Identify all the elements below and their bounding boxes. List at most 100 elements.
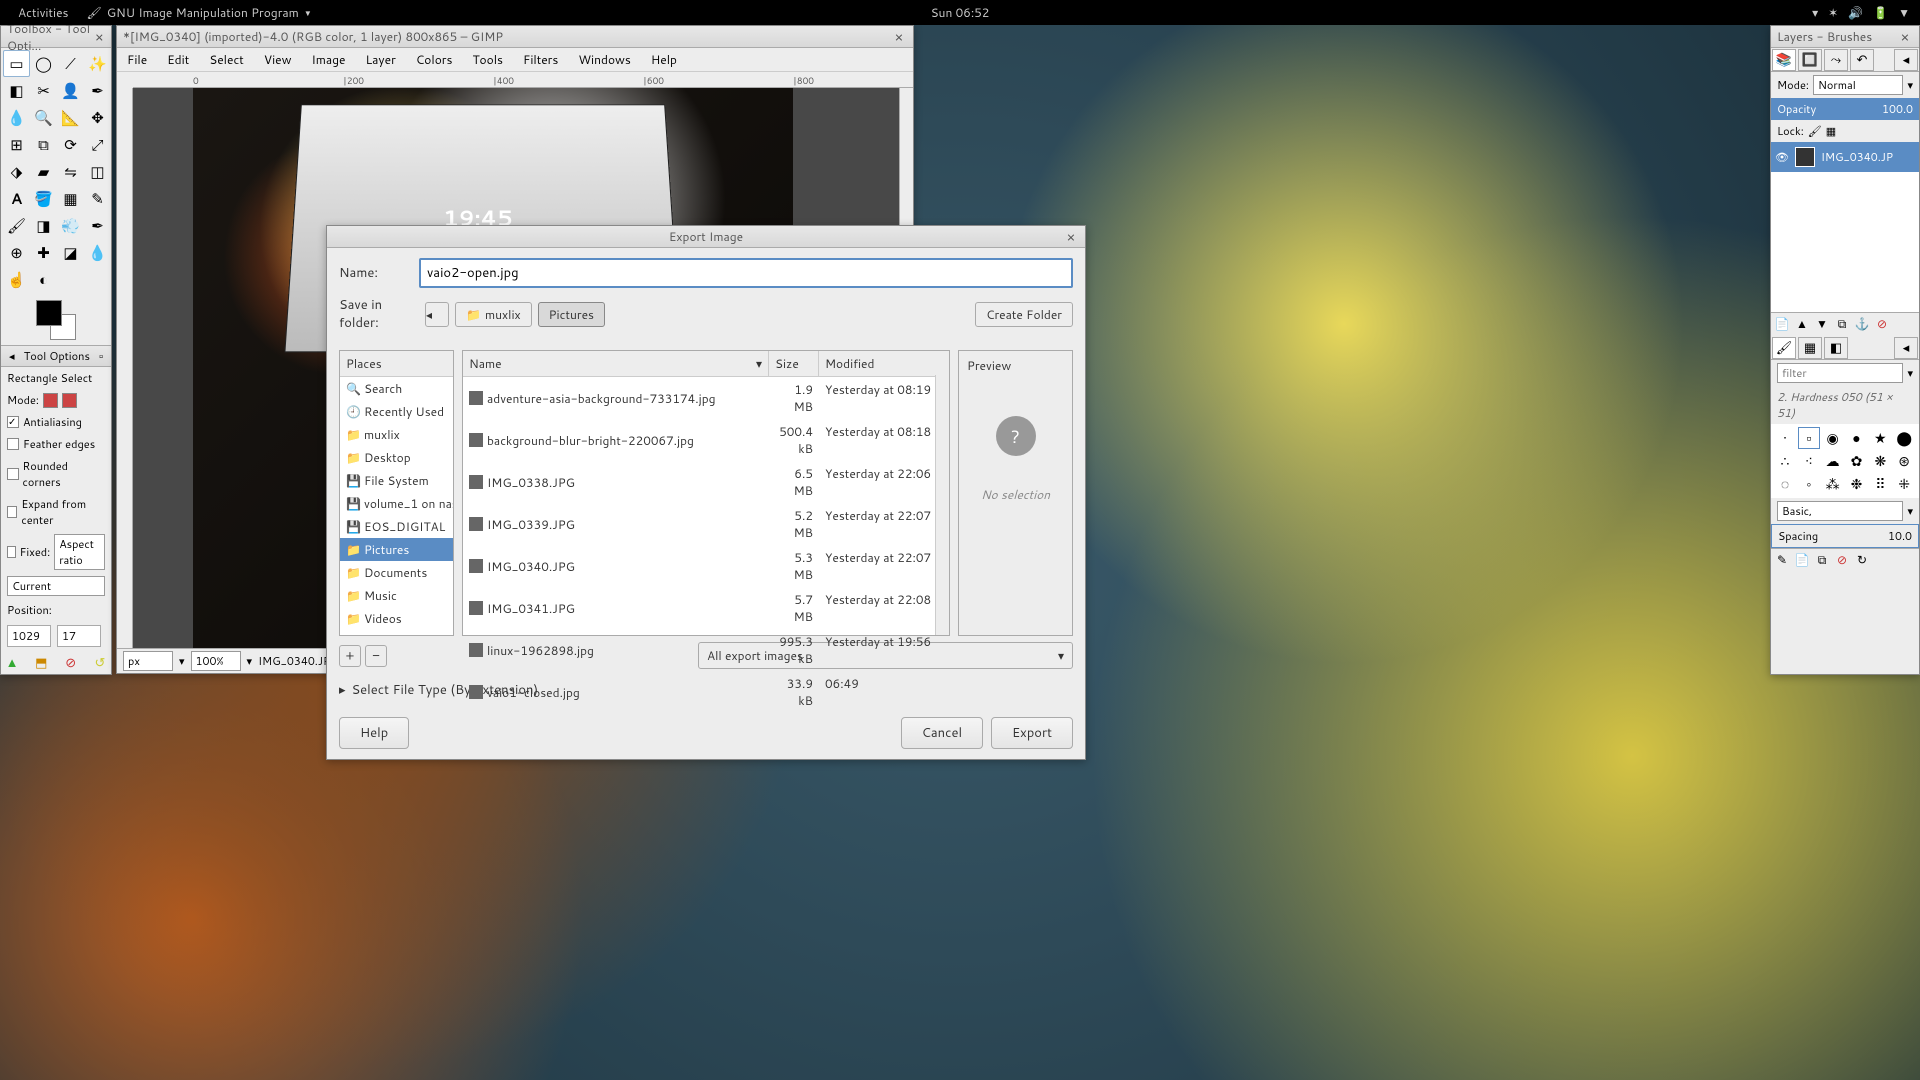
blend-mode-combo[interactable]: Normal: [1813, 75, 1903, 95]
restore-preset-icon[interactable]: ⬒: [33, 655, 49, 671]
layer-item[interactable]: 👁 IMG_0340.JP: [1771, 142, 1919, 172]
menu-tools[interactable]: Tools: [462, 48, 513, 71]
volume-icon[interactable]: 🔊: [1848, 4, 1863, 21]
move-tool[interactable]: ✥: [84, 104, 111, 131]
place-item[interactable]: 📁Pictures: [340, 538, 453, 561]
brush-item[interactable]: ▫: [1798, 427, 1820, 449]
path-back-button[interactable]: ◂: [425, 302, 449, 327]
cage-tool[interactable]: ◫: [84, 158, 111, 185]
foreground-select-tool[interactable]: 👤: [57, 77, 84, 104]
place-item[interactable]: 📁Downloads: [340, 630, 453, 635]
menu-edit[interactable]: Edit: [157, 48, 199, 71]
visibility-icon[interactable]: 👁: [1775, 149, 1789, 165]
delete-brush-icon[interactable]: ⊘: [1833, 551, 1851, 569]
lock-alpha-icon[interactable]: ▦: [1826, 123, 1836, 139]
feather-checkbox[interactable]: [7, 438, 19, 450]
crop-tool[interactable]: ⧉: [30, 131, 57, 158]
layer-thumbnail[interactable]: [1795, 147, 1815, 167]
toolbox-titlebar[interactable]: Toolbox - Tool Opti… ×: [1, 26, 111, 48]
align-tool[interactable]: ⊞: [3, 131, 30, 158]
raise-layer-icon[interactable]: ▲: [1793, 315, 1811, 333]
close-icon[interactable]: ×: [891, 29, 907, 45]
place-item[interactable]: 📁Desktop: [340, 446, 453, 469]
lock-pixels-icon[interactable]: 🖌: [1808, 123, 1822, 139]
fixed-checkbox[interactable]: [7, 546, 16, 558]
brush-item[interactable]: ✿: [1846, 450, 1868, 472]
tab-paths[interactable]: ⤳: [1824, 49, 1848, 71]
brush-item[interactable]: ❉: [1846, 473, 1868, 495]
tab-channels[interactable]: 🔲: [1798, 49, 1822, 71]
brush-item[interactable]: ∴: [1774, 450, 1796, 472]
duplicate-layer-icon[interactable]: ⧉: [1833, 315, 1851, 333]
file-row[interactable]: vaio1-closed.jpg33.9 kB06:49: [463, 671, 949, 713]
panel-menu-icon[interactable]: ◂: [1894, 49, 1918, 71]
col-name-header[interactable]: Name▾: [463, 351, 769, 376]
heal-tool[interactable]: ✚: [30, 239, 57, 266]
mode-replace-icon[interactable]: [43, 393, 58, 408]
ruler-vertical[interactable]: [117, 88, 133, 648]
fg-color[interactable]: [36, 300, 62, 326]
place-item[interactable]: 💾volume_1 on nas2: [340, 492, 453, 515]
pos-y-input[interactable]: [57, 625, 101, 647]
file-row[interactable]: IMG_0338.JPG6.5 MBYesterday at 22:06: [463, 461, 949, 503]
pencil-tool[interactable]: ✎: [84, 185, 111, 212]
clock-label[interactable]: Sun 06:52: [931, 4, 990, 21]
brush-item[interactable]: ⁂: [1822, 473, 1844, 495]
reset-preset-icon[interactable]: ↺: [92, 655, 108, 671]
menu-image[interactable]: Image: [301, 48, 355, 71]
file-row[interactable]: IMG_0340.JPG5.3 MBYesterday at 22:07: [463, 545, 949, 587]
menu-help[interactable]: Help: [641, 48, 687, 71]
brush-item[interactable]: ⬤: [1893, 427, 1915, 449]
aspect-combo[interactable]: Aspect ratio: [54, 534, 105, 570]
shear-tool[interactable]: ⬗: [3, 158, 30, 185]
spacing-slider[interactable]: Spacing10.0: [1771, 524, 1919, 548]
menu-view[interactable]: View: [254, 48, 302, 71]
scale-tool[interactable]: ⤢: [84, 131, 111, 158]
activities-button[interactable]: Activities: [10, 2, 77, 23]
brush-item[interactable]: ☁: [1822, 450, 1844, 472]
layers-titlebar[interactable]: Layers - Brushes ×: [1771, 26, 1919, 48]
export-button[interactable]: Export: [991, 717, 1073, 749]
ink-tool[interactable]: ✒: [84, 212, 111, 239]
rounded-checkbox[interactable]: [7, 468, 19, 480]
color-picker-tool[interactable]: 💧: [3, 104, 30, 131]
filename-input[interactable]: [419, 258, 1073, 288]
paintbrush-tool[interactable]: 🖌: [3, 212, 30, 239]
rotate-tool[interactable]: ⟳: [57, 131, 84, 158]
place-item[interactable]: 🕘Recently Used: [340, 400, 453, 423]
close-icon[interactable]: ×: [1897, 29, 1913, 45]
blur-tool[interactable]: 💧: [84, 239, 111, 266]
menu-windows[interactable]: Windows: [568, 48, 641, 71]
create-folder-button[interactable]: Create Folder: [975, 302, 1073, 327]
brush-item[interactable]: ●: [1846, 427, 1868, 449]
menu-filters[interactable]: Filters: [513, 48, 568, 71]
brush-item[interactable]: ★: [1869, 427, 1891, 449]
perspective-clone-tool[interactable]: ◪: [57, 239, 84, 266]
close-icon[interactable]: ×: [1063, 229, 1079, 245]
add-bookmark-button[interactable]: +: [339, 645, 361, 667]
free-select-tool[interactable]: ⟋: [57, 50, 84, 77]
file-row[interactable]: background-blur-bright-220067.jpg500.4 k…: [463, 419, 949, 461]
cancel-button[interactable]: Cancel: [901, 717, 983, 749]
ruler-horizontal[interactable]: 0|200|400|600|800: [133, 72, 913, 88]
edit-brush-icon[interactable]: ✎: [1773, 551, 1791, 569]
path-pictures-button[interactable]: Pictures: [538, 302, 605, 327]
brush-item[interactable]: ⁜: [1893, 473, 1915, 495]
text-tool[interactable]: A: [3, 185, 30, 212]
paths-tool[interactable]: ✒: [84, 77, 111, 104]
delete-layer-icon[interactable]: ⊘: [1873, 315, 1891, 333]
panel-menu-icon[interactable]: ◂: [1894, 337, 1918, 359]
place-item[interactable]: 📁muxlix: [340, 423, 453, 446]
bucket-fill-tool[interactable]: 🪣: [30, 185, 57, 212]
brush-item[interactable]: ❋: [1869, 450, 1891, 472]
scissors-tool[interactable]: ✂: [30, 77, 57, 104]
mode-add-icon[interactable]: [62, 393, 77, 408]
tab-gradients[interactable]: ◧: [1824, 337, 1848, 359]
help-button[interactable]: Help: [339, 717, 409, 749]
antialias-checkbox[interactable]: [7, 416, 19, 428]
smudge-tool[interactable]: ☝: [3, 266, 30, 293]
file-row[interactable]: adventure-asia-background-733174.jpg1.9 …: [463, 377, 949, 419]
dodge-burn-tool[interactable]: ◐: [30, 266, 57, 293]
file-row[interactable]: IMG_0341.JPG5.7 MBYesterday at 22:08: [463, 587, 949, 629]
remove-bookmark-button[interactable]: −: [365, 645, 387, 667]
